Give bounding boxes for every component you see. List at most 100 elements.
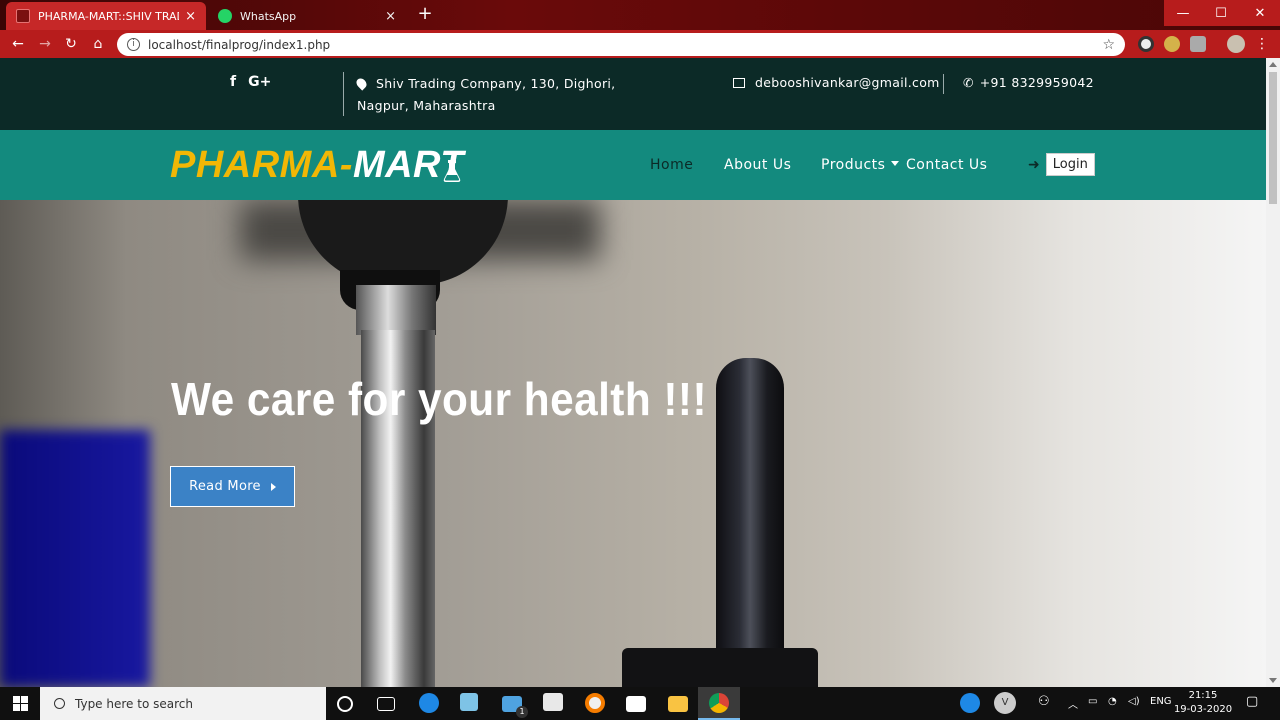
company-address: Shiv Trading Company, 130, Dighori, Nagp… [354,73,616,117]
chrome-taskbar-button[interactable] [698,687,740,720]
window-controls: — ☐ ✕ [1164,0,1280,26]
language-indicator[interactable]: ENG [1150,696,1172,707]
divider [943,74,944,94]
browser-toolbar: ← → ↻ ⌂ i localhost/finalprog/index1.php… [0,30,1280,58]
app-icon[interactable] [460,693,478,711]
social-links: f G+ [230,74,271,90]
nav-about-us[interactable]: About Us [724,157,791,173]
minimize-button[interactable]: — [1164,0,1202,26]
clock[interactable]: 21:15 19-03-2020 [1172,689,1234,717]
address-line-2: Nagpur, Maharashtra [357,98,496,113]
hero-background-shape [622,648,818,687]
extension-shield-icon[interactable] [1164,36,1180,52]
close-window-button[interactable]: ✕ [1240,0,1280,26]
close-tab-icon[interactable]: × [385,9,396,24]
profile-avatar-icon[interactable] [1227,35,1245,53]
contact-email[interactable]: debooshivankar@gmail.com [733,75,940,90]
media-player-icon[interactable] [585,693,605,713]
battery-icon[interactable]: ▭ [1088,696,1097,707]
caret-right-icon [270,482,276,491]
site-info-bar: f G+ Shiv Trading Company, 130, Dighori,… [0,58,1266,130]
mail-badge: 1 [516,706,528,718]
tab-pharma-mart[interactable]: PHARMA-MART::SHIV TRADING × [6,2,206,30]
new-tab-button[interactable]: + [414,4,436,26]
envelope-icon [733,78,745,88]
clock-date: 19-03-2020 [1173,704,1233,715]
read-more-button[interactable]: Read More [170,466,295,507]
back-button[interactable]: ← [8,34,28,54]
maximize-button[interactable]: ☐ [1202,0,1240,26]
task-view-icon[interactable] [377,697,395,711]
windows-logo-icon [12,696,28,711]
caret-down-icon [891,161,900,166]
edge-icon[interactable] [419,693,439,713]
start-button[interactable] [0,687,40,720]
camera-icon[interactable] [626,696,646,712]
file-explorer-icon[interactable] [668,696,688,712]
hero-title: We care for your health !!! [171,373,708,425]
email-text: debooshivankar@gmail.com [755,75,940,90]
flask-icon [443,160,461,182]
extension-block-icon[interactable] [1138,36,1154,52]
login-area: ➜ Login [1028,153,1095,176]
hero-banner: We care for your health !!! Read More [0,200,1266,687]
extension-k-icon[interactable] [1190,36,1206,52]
tab-title: PHARMA-MART::SHIV TRADING [38,9,179,23]
nav-contact-us[interactable]: Contact Us [906,157,987,173]
people-icon[interactable]: ⚇ [1038,694,1050,709]
whatsapp-icon [218,9,232,23]
wifi-icon[interactable]: ◔ [1108,696,1117,707]
nav-home[interactable]: Home [650,157,693,173]
page-scrollbar[interactable] [1266,58,1280,687]
search-icon [54,698,65,709]
site-logo[interactable]: PHARMA-MART [170,144,464,187]
address-line-1: Shiv Trading Company, 130, Dighori, [376,76,616,91]
contact-phone[interactable]: ✆ +91 8329959042 [963,75,1094,90]
search-placeholder: Type here to search [75,696,193,711]
google-plus-icon[interactable]: G+ [248,74,271,90]
clock-time: 21:15 [1188,690,1218,701]
forward-button[interactable]: → [35,34,55,54]
user-avatar[interactable]: V [994,692,1016,714]
reload-button[interactable]: ↻ [61,34,81,54]
bookmark-star-icon[interactable]: ☆ [1102,37,1115,53]
scrollbar-thumb[interactable] [1269,72,1277,204]
scroll-down-icon[interactable] [1269,678,1277,683]
site-favicon-icon [16,9,30,23]
browser-menu-icon[interactable]: ⋮ [1252,34,1272,54]
nav-products[interactable]: Products [821,157,900,173]
chrome-icon [709,693,729,713]
browser-tab-strip: PHARMA-MART::SHIV TRADING × WhatsApp × +… [0,0,1280,30]
hero-background-shape [356,285,436,335]
site-info-icon[interactable]: i [127,38,140,51]
cortana-icon[interactable] [337,696,353,712]
hero-background-shape [0,430,150,687]
phone-text: +91 8329959042 [979,75,1094,90]
nav-products-label: Products [821,157,886,173]
logo-text-yellow: PHARMA- [170,144,353,186]
home-button[interactable]: ⌂ [88,34,108,54]
hero-background-shape [716,358,784,658]
login-button[interactable]: Login [1045,153,1095,176]
location-pin-icon [354,76,369,91]
windows-taskbar: Type here to search 1 V ⚇ ︿ ▭ ◔ ◁) ENG 2… [0,687,1280,720]
mail-icon[interactable]: 1 [502,696,528,718]
volume-icon[interactable]: ◁) [1128,696,1140,707]
scroll-up-icon[interactable] [1269,62,1277,67]
phone-icon: ✆ [963,75,974,90]
notifications-icon[interactable]: ▢ [1246,694,1258,709]
taskbar-search[interactable]: Type here to search [40,687,326,720]
tab-whatsapp[interactable]: WhatsApp × [208,2,406,30]
sign-in-icon: ➜ [1028,156,1040,173]
tab-title: WhatsApp [240,9,297,23]
store-icon[interactable] [543,693,563,711]
read-more-label: Read More [189,479,261,494]
facebook-icon[interactable]: f [230,74,236,90]
close-tab-icon[interactable]: × [185,9,196,24]
divider [343,72,344,116]
help-icon[interactable] [960,693,980,713]
address-bar[interactable]: i localhost/finalprog/index1.php ☆ [117,33,1125,56]
main-navbar: PHARMA-MART Home About Us Products Conta… [0,130,1266,200]
url-text: localhost/finalprog/index1.php [148,37,331,52]
chevron-up-icon[interactable]: ︿ [1068,696,1078,711]
